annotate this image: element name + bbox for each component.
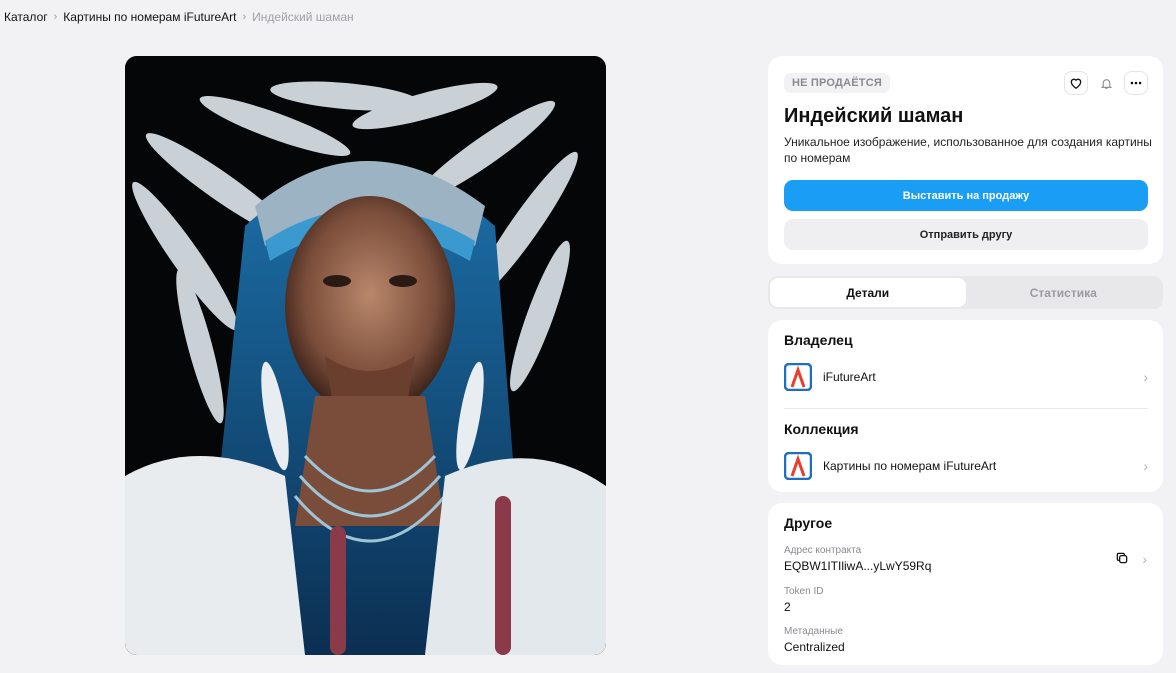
item-title: Индейский шаман (784, 105, 964, 127)
owner-heading: Владелец (784, 332, 853, 348)
breadcrumb-catalog[interactable]: Каталог (4, 10, 48, 24)
ifutureart-logo-icon (784, 452, 812, 480)
item-info-card: НЕ ПРОДАЁТСЯ Индейский шаман Уникальное … (768, 56, 1163, 264)
collection-heading: Коллекция (784, 421, 859, 437)
more-dots-icon (1130, 81, 1142, 85)
sell-button[interactable]: Выставить на продажу (784, 180, 1148, 211)
tab-details[interactable]: Детали (770, 278, 966, 307)
copy-icon[interactable] (1115, 551, 1129, 565)
bell-icon (1100, 78, 1112, 89)
notify-button[interactable] (1094, 71, 1118, 95)
contract-address-value[interactable]: EQBW1ITIliwA...yLwY59Rq (784, 559, 931, 573)
send-to-friend-button[interactable]: Отправить другу (784, 219, 1148, 250)
collection-name: Картины по номерам iFutureArt (823, 459, 997, 473)
shaman-portrait-image (125, 56, 606, 655)
divider (784, 408, 1148, 409)
owner-collection-card: Владелец iFutureArt › Коллекция Картины … (768, 320, 1163, 492)
contract-address-label: Адрес контракта (784, 545, 862, 556)
chevron-right-icon: › (1143, 369, 1148, 385)
chevron-right-icon[interactable]: › (1142, 551, 1147, 567)
ifutureart-logo-icon (784, 363, 812, 391)
collection-row[interactable]: Картины по номерам iFutureArt › (784, 451, 1148, 481)
owner-name: iFutureArt (823, 370, 876, 384)
more-options-button[interactable] (1124, 71, 1148, 95)
sale-status-badge: НЕ ПРОДАЁТСЯ (784, 73, 890, 93)
other-info-card: Другое Адрес контракта EQBW1ITIliwA...yL… (768, 503, 1163, 665)
breadcrumb-separator: › (53, 11, 58, 23)
item-description: Уникальное изображение, использованное д… (784, 135, 1152, 165)
other-heading: Другое (784, 515, 833, 531)
breadcrumb-separator: › (242, 11, 247, 23)
heart-icon (1070, 78, 1082, 90)
breadcrumb-current: Индейский шаман (252, 10, 354, 24)
token-id-value: 2 (784, 600, 791, 614)
chevron-right-icon: › (1143, 458, 1148, 474)
token-id-label: Token ID (784, 586, 824, 597)
metadata-label: Метаданные (784, 626, 843, 637)
breadcrumb-collection[interactable]: Картины по номерам iFutureArt (63, 10, 236, 24)
nft-image[interactable] (125, 56, 606, 655)
metadata-value: Centralized (784, 640, 845, 654)
details-tabs: Детали Статистика (768, 276, 1163, 309)
favorite-button[interactable] (1064, 71, 1088, 95)
breadcrumb: Каталог › Картины по номерам iFutureArt … (4, 10, 354, 24)
tab-statistics[interactable]: Статистика (966, 278, 1162, 307)
owner-row[interactable]: iFutureArt › (784, 362, 1148, 392)
